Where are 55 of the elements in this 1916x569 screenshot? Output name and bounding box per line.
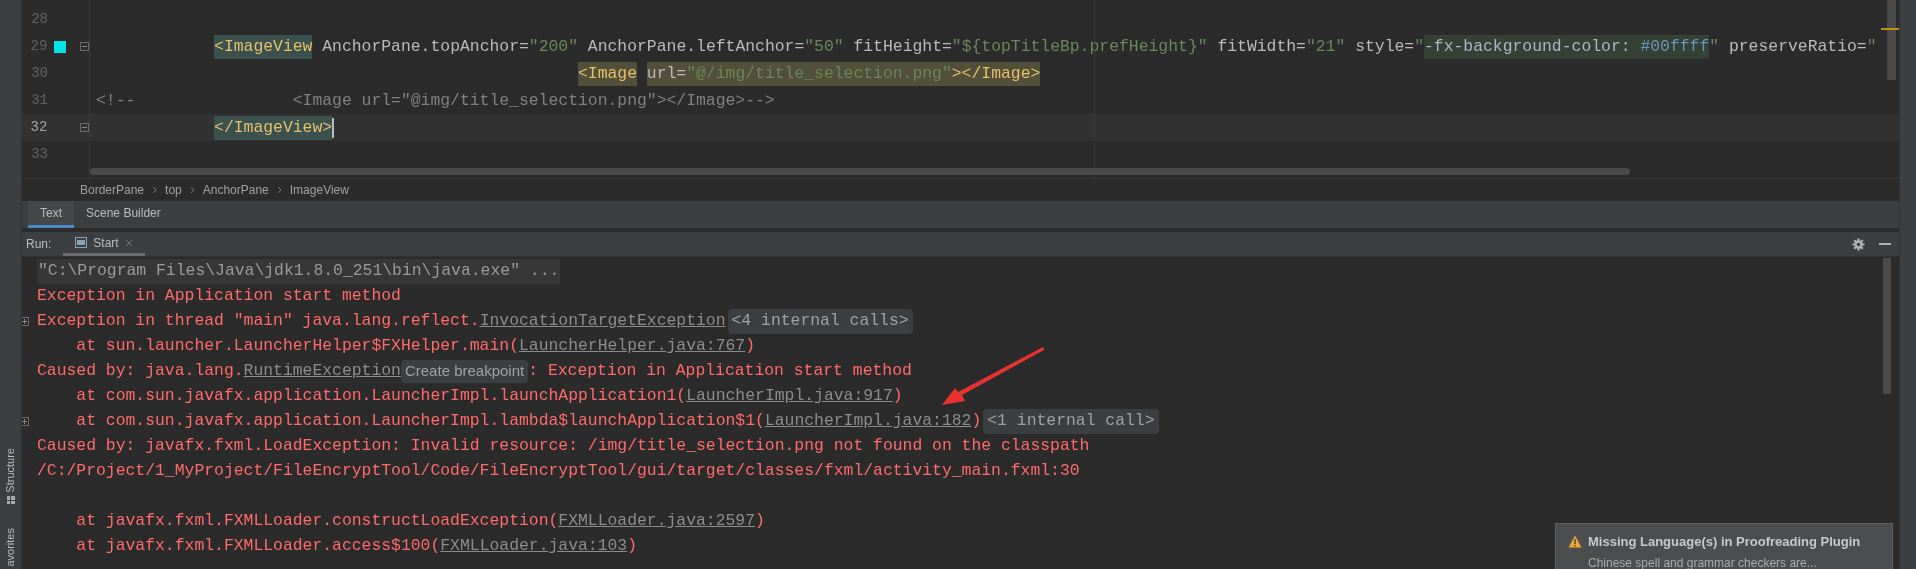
code-line: <!-- <Image url="@img/title_selection.png"></Image>--> (96, 89, 775, 112)
notification-text: Chinese spell and grammar checkers are... (1588, 554, 1818, 569)
line-number: 31 (30, 91, 48, 110)
chevron-icon (189, 185, 195, 194)
file-link[interactable]: FXMLLoader.java:2597 (558, 509, 756, 534)
console-line: at sun.launcher.LauncherHelper$FXHelper.main(LauncherHelper.java:767) (37, 334, 756, 359)
console-line: at javafx.fxml.FXMLLoader.constructLoadException(FXMLLoader.java:2597) (37, 509, 765, 534)
scrollbar[interactable] (1887, 0, 1896, 80)
line-number: 28 (30, 10, 48, 29)
fold-icon[interactable] (80, 123, 89, 132)
close-icon[interactable] (124, 238, 133, 247)
line-number: 33 (30, 145, 48, 164)
file-link[interactable]: InvocationTargetException (479, 309, 726, 334)
console-icon (75, 237, 88, 248)
view-tab[interactable]: Scene Builder (74, 201, 173, 228)
expand-icon[interactable] (22, 317, 29, 326)
file-link[interactable]: LauncherImpl.java:182 (764, 409, 972, 434)
tool-window-button[interactable]: Structure (2, 447, 19, 505)
expand-icon[interactable] (22, 417, 29, 426)
console-line: /C:/Project/1_MyProject/FileEncryptTool/Code/FileEncryptTool/gui/target/classes/fxml/activity_main.fxml:30 (37, 460, 1080, 483)
console-line: at com.sun.javafx.application.LauncherImpl.lambda$launchApplication$1(LauncherImpl.java:182) <1 internal call> (37, 409, 1159, 434)
chevron-icon (276, 185, 282, 194)
console-line: at javafx.fxml.FXMLLoader.access$100(FXMLLoader.java:103) (37, 534, 637, 559)
console-line: Caused by: java.lang.RuntimeException Create breakpoint : Exception in Application start method (37, 359, 912, 384)
create-breakpoint-hint[interactable]: Create breakpoint (400, 360, 529, 383)
console-line: at com.sun.javafx.application.LauncherImpl.launchApplication1(LauncherImpl.java:917) (37, 384, 903, 409)
warning-icon (1568, 535, 1582, 549)
breadcrumb[interactable]: BorderPane (80, 180, 145, 199)
console-line: Exception in Application start method (37, 285, 401, 308)
tool-window-button[interactable]: avorites (2, 528, 19, 567)
scrollbar[interactable] (90, 168, 1630, 175)
code-line: <ImageView AnchorPane.topAnchor="200" AnchorPane.leftAnchor="50" fitHeight="${topTitleBp.prefHeight}" fitWidth="21" style="-fx-background-color: #00ffff" preserveRatio=" (96, 34, 1877, 59)
console-line: Exception in thread "main" java.lang.reflect.InvocationTargetException <4 internal calls> (37, 309, 913, 334)
file-link[interactable]: LauncherImpl.java:917 (686, 384, 893, 409)
breadcrumb[interactable]: AnchorPane (202, 180, 269, 199)
line-number: 29 (29, 37, 48, 56)
breadcrumb[interactable]: ImageView (289, 180, 349, 199)
chevron-icon (152, 185, 158, 194)
line-number: 32 (29, 118, 48, 137)
scrollbar[interactable] (1883, 258, 1891, 394)
run-label: Run: (25, 236, 53, 253)
file-link[interactable]: RuntimeException (243, 359, 401, 384)
code-line: </ImageView> (96, 115, 335, 140)
view-tab[interactable]: Text (28, 201, 74, 228)
warning-mark (1881, 28, 1899, 30)
breadcrumb[interactable]: top (165, 180, 182, 199)
file-link[interactable]: LauncherHelper.java:767 (518, 334, 746, 359)
fold-icon[interactable] (80, 42, 89, 51)
console-line: Caused by: javafx.fxml.LoadException: Invalid resource: /img/title_selection.png not found on the classpath (37, 435, 1090, 458)
internal-calls-button[interactable]: <4 internal calls> (727, 309, 913, 334)
internal-calls-button[interactable]: <1 internal call> (983, 409, 1159, 434)
notification-title: Missing Language(s) in Proofreading Plugin (1588, 533, 1861, 551)
line-number: 30 (30, 64, 48, 83)
file-link[interactable]: FXMLLoader.java:103 (440, 534, 628, 559)
settings-icon[interactable] (1852, 237, 1865, 251)
